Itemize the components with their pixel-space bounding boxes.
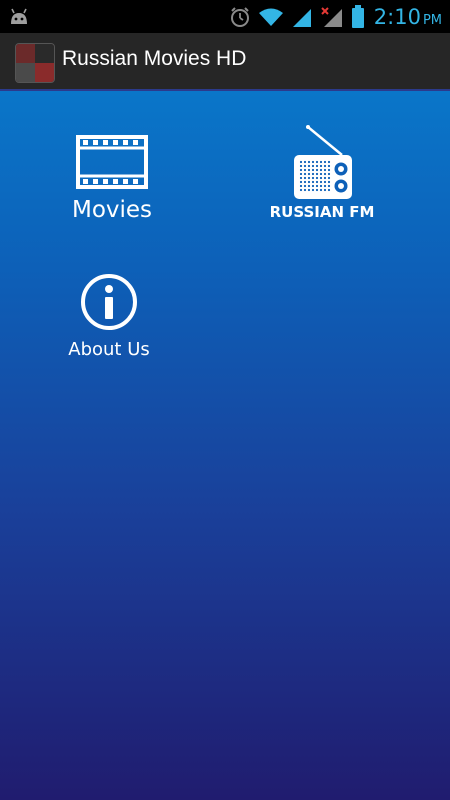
info-icon xyxy=(81,274,137,330)
russian-fm-button[interactable]: RUSSIAN FM xyxy=(262,125,382,221)
movies-label: Movies xyxy=(71,197,153,223)
alarm-icon xyxy=(230,6,249,27)
no-signal-icon xyxy=(321,6,342,27)
about-us-button[interactable]: About Us xyxy=(50,273,168,360)
film-strip-icon xyxy=(76,135,148,189)
about-us-label: About Us xyxy=(68,339,150,360)
clock-time: 2:10 xyxy=(373,4,421,29)
clock: 2:10 PM xyxy=(372,5,442,29)
movies-button[interactable]: Movies xyxy=(52,135,172,223)
app-title: Russian Movies HD xyxy=(62,47,247,70)
action-bar: Russian Movies HD xyxy=(0,33,450,91)
main-menu: Movies RUSSIAN FM About Us xyxy=(0,91,450,800)
clock-ampm: PM xyxy=(422,12,442,28)
signal-icon xyxy=(292,8,311,27)
wifi-icon xyxy=(258,8,283,26)
notification-area xyxy=(8,7,30,29)
system-indicators: 2:10 PM xyxy=(229,0,442,33)
russian-fm-label: RUSSIAN FM xyxy=(269,203,375,221)
status-bar: 2:10 PM xyxy=(0,0,450,33)
android-notification-icon xyxy=(11,8,27,24)
app-logo[interactable] xyxy=(15,43,55,83)
battery-icon xyxy=(351,4,364,28)
radio-icon xyxy=(294,125,352,199)
